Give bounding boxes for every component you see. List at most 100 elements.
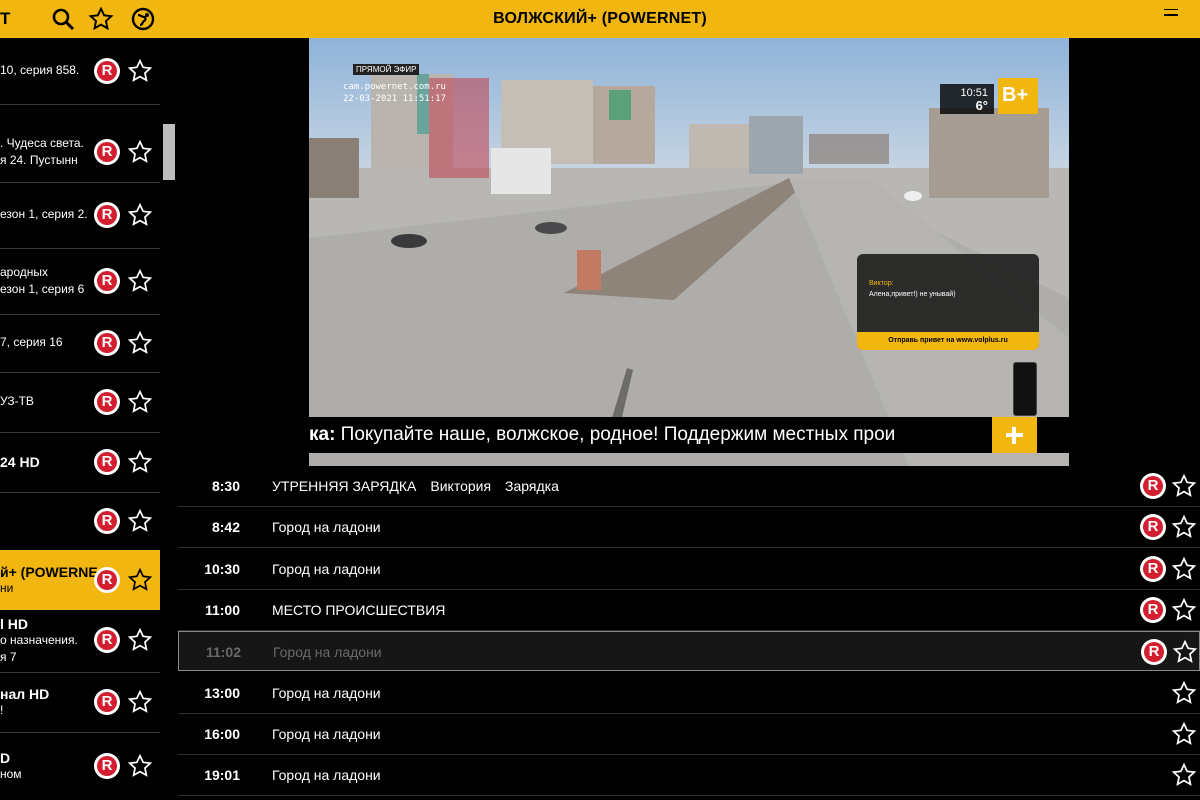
favorite-star-icon[interactable] bbox=[127, 627, 153, 653]
weather-temp: 6° bbox=[975, 98, 988, 113]
record-icon[interactable]: R bbox=[94, 389, 120, 415]
favorite-star-icon[interactable] bbox=[1171, 514, 1197, 540]
scrollbar-thumb[interactable] bbox=[163, 124, 175, 180]
record-icon[interactable]: R bbox=[94, 139, 120, 165]
channel-item[interactable]: ародных езон 1, серия 6 R bbox=[0, 248, 160, 315]
program-time: 13:00 bbox=[204, 684, 240, 701]
favorite-star-icon[interactable] bbox=[127, 567, 153, 593]
schedule-row[interactable]: 16:00 Город на ладони bbox=[178, 714, 1200, 755]
minimize-icon[interactable] bbox=[1164, 9, 1178, 16]
record-icon[interactable]: R bbox=[94, 268, 120, 294]
schedule-row[interactable]: 19:01 Город на ладони bbox=[178, 755, 1200, 797]
channel-item[interactable]: 7, серия 16 R bbox=[0, 314, 160, 373]
channel-list[interactable]: 10, серия 858. R . Чудеса света. я 24. Пуст… bbox=[0, 38, 175, 800]
rec-letter: R bbox=[101, 393, 113, 410]
channel-text: езон 1, серия 2. bbox=[0, 207, 88, 221]
favorite-star-icon[interactable] bbox=[127, 449, 153, 475]
record-icon[interactable]: R bbox=[94, 202, 120, 228]
record-icon[interactable]: R bbox=[94, 330, 120, 356]
schedule-row[interactable]: 11:02 Город на ладони R bbox=[178, 631, 1200, 672]
ticker-bold: ка: bbox=[309, 424, 336, 445]
channel-text: я 24. Пустынн bbox=[0, 153, 78, 167]
program-tag: Виктория bbox=[430, 478, 492, 494]
record-icon[interactable]: R bbox=[1141, 639, 1167, 666]
rec-letter: R bbox=[101, 631, 113, 648]
record-icon[interactable]: R bbox=[94, 627, 120, 653]
favorite-star-icon[interactable] bbox=[127, 58, 153, 84]
record-icon[interactable]: R bbox=[1140, 514, 1166, 541]
record-icon[interactable]: R bbox=[94, 58, 120, 84]
channel-brand-badge: В+ bbox=[998, 78, 1038, 114]
channel-item[interactable]: 10, серия 858. R bbox=[0, 38, 160, 105]
schedule-row[interactable]: 10:30 Город на ладони R bbox=[178, 549, 1200, 590]
channel-item[interactable]: Dном R bbox=[0, 732, 160, 800]
rec-letter: R bbox=[101, 272, 113, 289]
channel-item[interactable]: R bbox=[0, 492, 160, 551]
program-time: 10:30 bbox=[204, 560, 240, 577]
program-title: Город на ладони bbox=[272, 755, 381, 795]
favorite-star-icon[interactable] bbox=[127, 268, 153, 294]
favorite-star-icon[interactable] bbox=[127, 389, 153, 415]
channel-item[interactable]: нал HD! R bbox=[0, 672, 160, 733]
schedule-row[interactable]: 8:30 УТРЕННЯЯ ЗАРЯДКА Виктория Зарядка R bbox=[178, 466, 1200, 507]
channel-text: я 7 bbox=[0, 650, 17, 664]
favorite-star-icon[interactable] bbox=[127, 139, 153, 165]
favorite-star-icon[interactable] bbox=[1171, 762, 1197, 788]
channel-text: ни bbox=[0, 581, 14, 595]
record-icon[interactable]: R bbox=[94, 689, 120, 715]
ticker-body: Покупайте наше, волжское, родное! Поддер… bbox=[335, 424, 896, 445]
channel-text: D bbox=[0, 750, 11, 766]
schedule-row[interactable]: 8:42 Город на ладони R bbox=[178, 507, 1200, 549]
program-title-text: Город на ладони bbox=[272, 725, 381, 742]
program-title: Город на ладони bbox=[272, 714, 381, 754]
schedule-row[interactable]: 11:00 МЕСТО ПРОИСШЕСТВИЯ R bbox=[178, 590, 1200, 631]
channel-item[interactable]: l HD о назначения. я 7 R bbox=[0, 608, 160, 673]
rec-letter: R bbox=[101, 512, 113, 529]
program-title: Город на ладони bbox=[272, 507, 381, 547]
favorite-star-icon[interactable] bbox=[127, 508, 153, 534]
program-title: Город на ладони bbox=[273, 632, 382, 672]
channel-text: нал HD bbox=[0, 686, 50, 702]
record-icon[interactable]: R bbox=[94, 753, 120, 779]
favorite-star-icon[interactable] bbox=[1171, 473, 1197, 499]
program-title-text: Город на ладони bbox=[272, 684, 381, 701]
favorite-star-icon[interactable] bbox=[1171, 721, 1197, 747]
favorite-star-icon[interactable] bbox=[127, 202, 153, 228]
channel-text: l HD bbox=[0, 616, 28, 632]
rec-letter: R bbox=[1147, 559, 1159, 577]
favorite-star-icon[interactable] bbox=[127, 689, 153, 715]
video-player[interactable]: ПРЯМОЙ ЭФИР cam.powernet.com.ru 22-03-20… bbox=[309, 38, 1069, 466]
title-bar: T ВОЛЖСКИЙ+ (POWERNET) bbox=[0, 0, 1200, 38]
greeting-cta: Отправь привет на www.volplus.ru bbox=[857, 332, 1039, 350]
rec-letter: R bbox=[101, 143, 113, 160]
program-time: 8:30 bbox=[211, 478, 240, 494]
program-time: 8:42 bbox=[211, 519, 240, 536]
record-icon[interactable]: R bbox=[1140, 596, 1166, 623]
record-icon[interactable]: R bbox=[94, 508, 120, 534]
favorite-star-icon[interactable] bbox=[1171, 680, 1197, 706]
osd-date: 22-03-2021 11:51:17 bbox=[343, 94, 446, 104]
favorite-star-icon[interactable] bbox=[127, 753, 153, 779]
record-icon[interactable]: R bbox=[94, 449, 120, 475]
favorite-star-icon[interactable] bbox=[1172, 639, 1198, 665]
record-icon[interactable]: R bbox=[1140, 473, 1166, 499]
favorite-star-icon[interactable] bbox=[1171, 597, 1197, 623]
channel-text: УЗ-ТВ bbox=[0, 394, 34, 408]
rec-letter: R bbox=[1147, 600, 1159, 618]
channel-item[interactable]: УЗ-ТВ R bbox=[0, 372, 160, 433]
schedule-row[interactable]: 13:00 Город на ладони bbox=[178, 673, 1200, 714]
channel-item[interactable]: 24 HD R bbox=[0, 432, 160, 493]
channel-item[interactable]: езон 1, серия 2. R bbox=[0, 182, 160, 249]
program-time: 11:00 bbox=[204, 601, 240, 618]
channel-item[interactable]: й+ (POWERNE ни R bbox=[0, 550, 160, 610]
favorite-star-icon[interactable] bbox=[1171, 556, 1197, 582]
channel-item[interactable]: . Чудеса света. я 24. Пустынн R bbox=[0, 122, 160, 183]
favorite-star-icon[interactable] bbox=[127, 330, 153, 356]
osd-live-label: ПРЯМОЙ ЭФИР bbox=[353, 64, 420, 75]
program-title-text: Город на ладони bbox=[272, 767, 381, 784]
record-icon[interactable]: R bbox=[1140, 555, 1166, 582]
program-title-text: Город на ладони bbox=[272, 519, 381, 536]
record-icon[interactable]: R bbox=[94, 567, 120, 593]
rec-letter: R bbox=[1147, 518, 1159, 536]
greeting-name: Виктор: bbox=[869, 280, 894, 287]
